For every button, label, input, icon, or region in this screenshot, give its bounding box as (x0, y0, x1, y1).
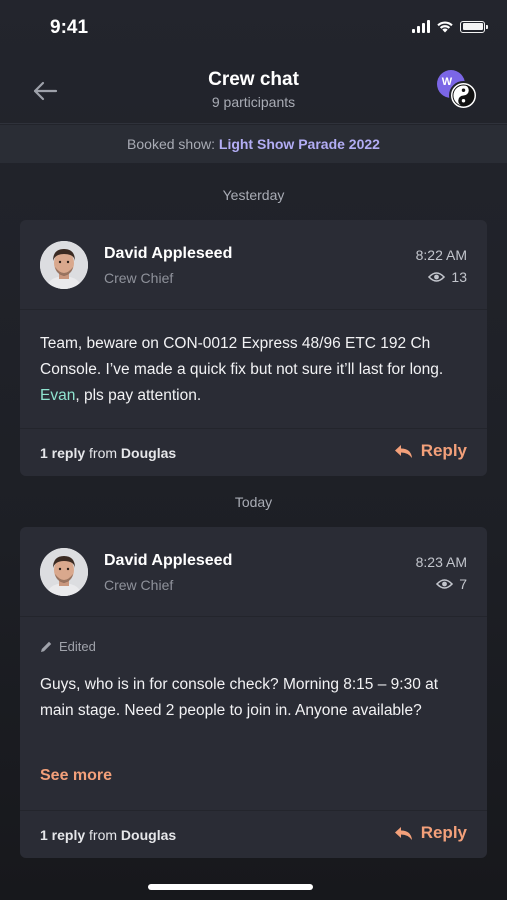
chat-screen: 9:41 Crew chat 9 participants W Booked s… (0, 0, 507, 900)
reply-arrow-icon (394, 826, 412, 840)
edited-indicator: Edited (40, 639, 96, 654)
yin-yang-avatar-icon (449, 81, 478, 110)
message-header: David Appleseed Crew Chief 8:23 AM 7 (20, 527, 487, 617)
message-text-part: , pls pay attention. (75, 387, 202, 404)
reply-count: 1 reply (40, 445, 86, 461)
avatar[interactable] (40, 548, 88, 596)
message-text-part: Team, beware on CON-0012 Express 48/96 E… (40, 335, 444, 378)
message-author[interactable]: David Appleseed (104, 245, 232, 263)
thread-replies-link[interactable]: 1 reply from Douglas (40, 445, 176, 461)
cellular-signal-icon (412, 20, 430, 33)
battery-icon (460, 20, 488, 33)
reply-arrow-icon (394, 444, 412, 458)
see-more-link[interactable]: See more (40, 767, 112, 785)
views-count: 13 (428, 269, 467, 285)
status-bar: 9:41 (0, 0, 507, 56)
mention-link[interactable]: Evan (40, 387, 75, 404)
eye-icon (428, 272, 446, 282)
views-number: 7 (459, 576, 467, 592)
reply-from-label: from (89, 827, 118, 843)
message-text: Team, beware on CON-0012 Express 48/96 E… (40, 331, 469, 409)
message-footer: 1 reply from Douglas Reply (20, 810, 487, 858)
booked-show-banner: Booked show: Light Show Parade 2022 (0, 125, 507, 163)
chat-title: Crew chat (208, 69, 299, 90)
thread-replies-link[interactable]: 1 reply from Douglas (40, 827, 176, 843)
message-time: 8:23 AM (415, 554, 467, 570)
message-card: David Appleseed Crew Chief 8:22 AM 13 Te… (20, 220, 487, 476)
message-author[interactable]: David Appleseed (104, 552, 232, 570)
home-indicator[interactable] (148, 884, 313, 890)
status-icons (412, 20, 488, 33)
avatar[interactable] (40, 241, 88, 289)
wifi-icon (437, 21, 453, 33)
reply-from-name: Douglas (120, 445, 177, 461)
reply-button[interactable]: Reply (394, 823, 467, 843)
reply-from-label: from (89, 445, 118, 461)
day-separator-yesterday: Yesterday (222, 187, 285, 203)
day-separator-today: Today (234, 494, 273, 510)
participants-count[interactable]: 9 participants (0, 94, 507, 110)
reply-button[interactable]: Reply (394, 441, 467, 461)
booked-show-label: Booked show: (127, 136, 215, 152)
message-card: David Appleseed Crew Chief 8:23 AM 7 Edi… (20, 527, 487, 858)
views-number: 13 (451, 269, 467, 285)
message-time: 8:22 AM (415, 247, 467, 263)
group-avatar[interactable]: W (437, 70, 481, 110)
message-footer: 1 reply from Douglas Reply (20, 428, 487, 476)
reply-from-name: Douglas (120, 827, 177, 843)
eye-icon (436, 579, 454, 589)
reply-label: Reply (420, 823, 467, 842)
views-count: 7 (436, 576, 467, 592)
message-header: David Appleseed Crew Chief 8:22 AM 13 (20, 220, 487, 310)
reply-label: Reply (420, 441, 467, 460)
edited-label: Edited (59, 639, 96, 654)
pencil-icon (41, 641, 52, 652)
booked-show-link[interactable]: Light Show Parade 2022 (219, 136, 380, 152)
author-role: Crew Chief (104, 577, 174, 593)
chat-header: Crew chat 9 participants W (0, 56, 507, 124)
message-text: Guys, who is in for console check? Morni… (40, 676, 439, 719)
status-time: 9:41 (50, 17, 89, 38)
reply-count: 1 reply (40, 827, 86, 843)
author-role: Crew Chief (104, 270, 174, 286)
